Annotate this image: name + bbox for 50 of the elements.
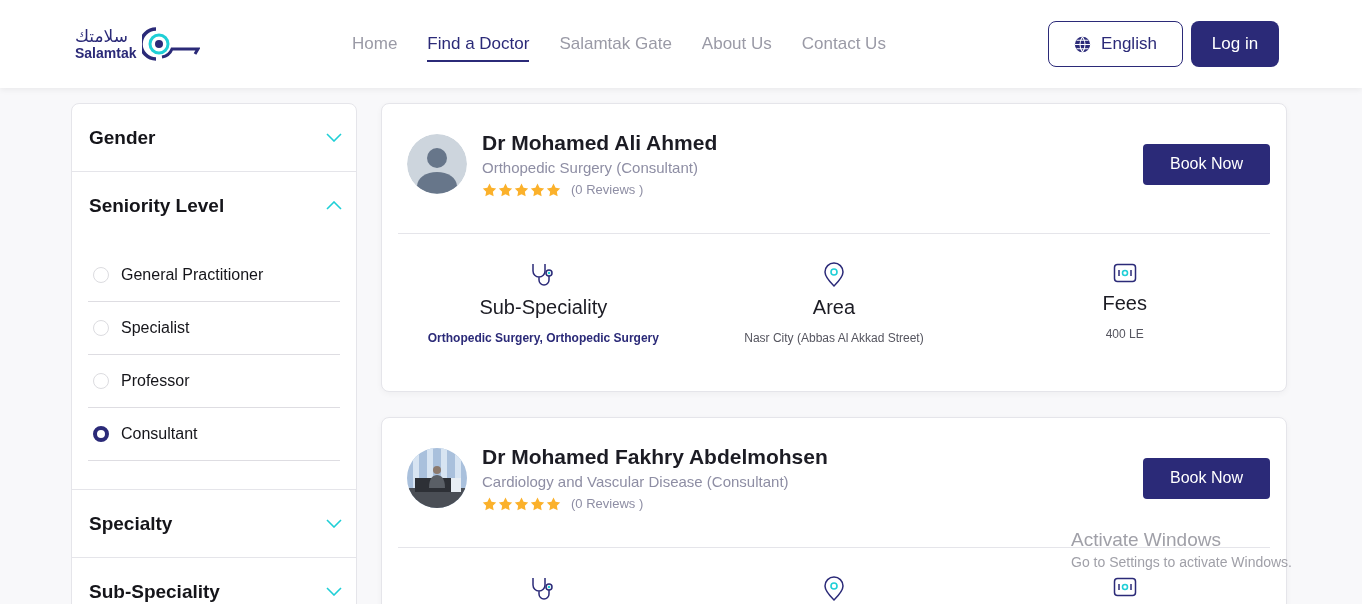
chevron-down-icon <box>326 587 342 596</box>
doctor-name: Dr Mohamed Ali Ahmed <box>482 131 719 155</box>
filter-header[interactable]: Specialty <box>72 490 356 557</box>
star-icon <box>546 182 561 197</box>
info-label: Area <box>812 296 856 319</box>
filter-header[interactable]: Sub-Speciality <box>72 558 356 604</box>
radio-label: General Practitioner <box>121 266 264 284</box>
filter-header[interactable]: Seniority Level <box>72 172 356 239</box>
star-icon <box>530 496 545 511</box>
logo-text: Salamtak <box>75 46 137 60</box>
info-label: Sub-Speciality <box>479 296 608 319</box>
star-icon <box>514 182 529 197</box>
star-icon <box>498 496 513 511</box>
logo-arabic-text: سلامتك <box>75 28 128 45</box>
chevron-down-icon <box>326 519 342 528</box>
login-button[interactable]: Log in <box>1191 21 1279 67</box>
star-icon <box>514 496 529 511</box>
doctor-title: Cardiology and Vascular Disease (Consultant) <box>482 473 790 490</box>
radio-label: Consultant <box>121 425 198 443</box>
doctor-name: Dr Mohamed Fakhry Abdelmohsen <box>482 445 829 469</box>
radio-label: Specialist <box>121 319 190 337</box>
cash-icon <box>1112 262 1137 284</box>
star-icon <box>482 496 497 511</box>
info-value: Orthopedic Surgery, Orthopedic Surgery <box>427 331 659 345</box>
reviews-count: (0 Reviews ) <box>571 496 644 511</box>
star-icon <box>482 182 497 197</box>
location-pin-icon <box>823 262 845 288</box>
chevron-up-icon <box>326 201 342 210</box>
cash-icon <box>1112 576 1137 598</box>
doctor-title: Orthopedic Surgery (Consultant) <box>482 159 699 176</box>
chevron-down-icon <box>326 133 342 142</box>
info-value: 400 LE <box>1105 327 1144 341</box>
language-button[interactable]: English <box>1048 21 1183 67</box>
star-icon <box>498 182 513 197</box>
activation-message: Go to Settings to activate Windows. <box>1071 554 1292 570</box>
logo-icon <box>142 26 201 62</box>
radio-label: Professor <box>121 372 190 390</box>
book-now-button[interactable]: Book Now <box>1143 457 1270 499</box>
star-icon <box>546 496 561 511</box>
info-label: Fees <box>1102 292 1147 315</box>
globe-icon <box>1074 35 1092 53</box>
star-icon <box>530 182 545 197</box>
nav-link[interactable]: Find a Doctor <box>427 26 530 62</box>
activation-title: Activate Windows <box>1071 529 1222 551</box>
radio-button[interactable] <box>93 426 109 442</box>
book-now-button[interactable]: Book Now <box>1143 143 1270 185</box>
filter-header[interactable]: Gender <box>72 104 356 171</box>
info-value: Nasr City (Abbas Al Akkad Street) <box>744 331 924 345</box>
location-pin-icon <box>823 576 845 602</box>
reviews-count: (0 Reviews ) <box>571 182 644 197</box>
